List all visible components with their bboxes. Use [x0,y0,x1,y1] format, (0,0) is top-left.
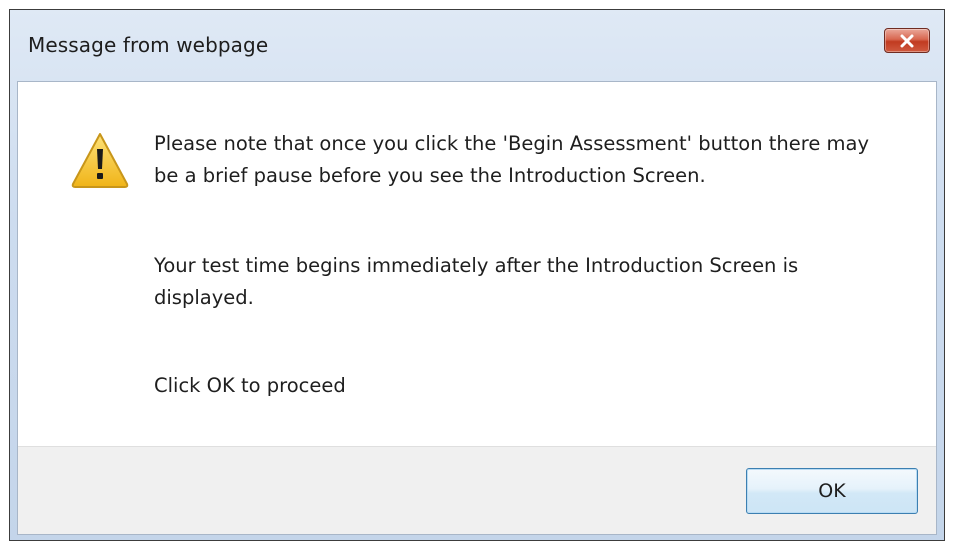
message-paragraph: Please note that once you click the 'Beg… [154,132,870,187]
message-dialog: Message from webpage Please note that on… [9,9,945,541]
dialog-title: Message from webpage [28,33,269,57]
close-icon [900,34,914,47]
warning-icon [71,133,129,188]
dialog-body: Please note that once you click the 'Beg… [17,81,937,535]
dialog-footer: OK [18,446,936,534]
close-button[interactable] [884,28,930,53]
ok-button[interactable]: OK [746,468,918,514]
message-paragraph: Click OK to proceed [154,374,346,397]
dialog-titlebar[interactable]: Message from webpage [10,10,944,81]
message-text: Please note that once you click the 'Beg… [154,128,894,397]
message-paragraph: Your test time begins immediately after … [154,254,799,309]
